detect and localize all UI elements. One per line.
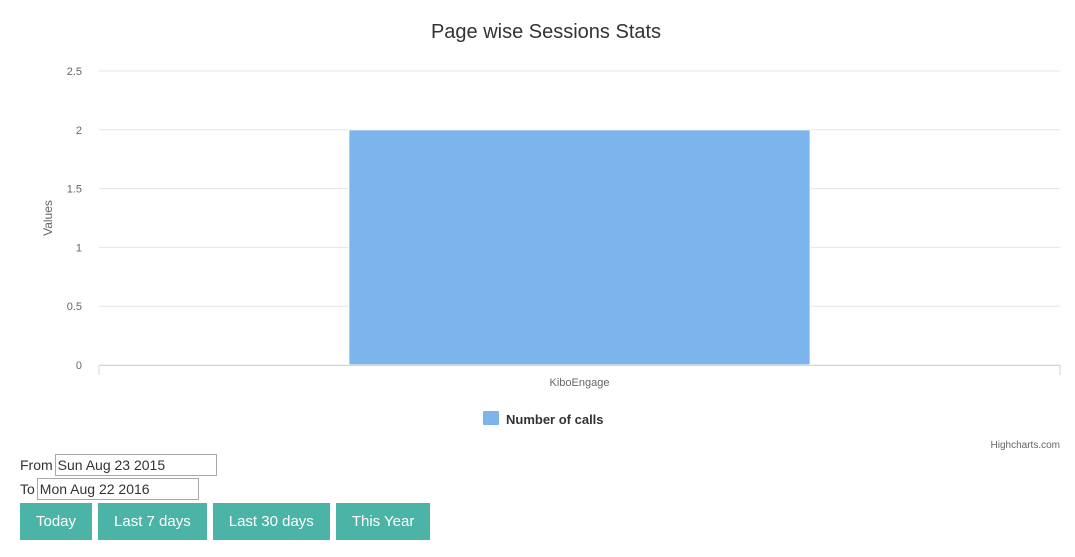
chart-title: Page wise Sessions Stats [431,21,661,43]
last-30-days-button[interactable]: Last 30 days [212,503,330,540]
bar[interactable] [348,129,811,366]
to-row: To [20,477,436,501]
y-tick-label: 0 [76,360,82,372]
legend-label: Number of calls [506,412,604,427]
to-date-input[interactable] [36,478,199,500]
bars [348,129,811,366]
chart-container: Page wise Sessions Stats 0 0.5 1 1.5 2 2.5 Kib… [0,0,1075,455]
from-label: From [20,457,53,473]
y-tick-label: 1.5 [67,184,82,196]
y-tick-label: 2.5 [67,66,82,78]
this-year-button[interactable]: This Year [335,503,431,540]
y-axis-title: Values [41,200,55,236]
y-tick-label: 0.5 [67,301,82,313]
quick-range-buttons: Today Last 7 days Last 30 days This Year [20,503,436,540]
last-7-days-button[interactable]: Last 7 days [98,503,207,540]
y-tick-label: 1 [76,242,82,254]
to-label: To [20,481,35,497]
x-tick-label: KiboEngage [550,377,610,389]
bar-chart: Page wise Sessions Stats 0 0.5 1 1.5 2 2.5 Kib… [41,21,1061,451]
legend[interactable]: Number of calls [483,411,604,427]
legend-swatch [483,411,499,425]
from-row: From [20,453,436,477]
credits-link[interactable]: Highcharts.com [991,440,1060,451]
today-button[interactable]: Today [20,503,93,540]
date-range-controls: From To Today Last 7 days Last 30 days T… [20,453,436,540]
from-date-input[interactable] [54,454,217,476]
y-tick-label: 2 [76,125,82,137]
